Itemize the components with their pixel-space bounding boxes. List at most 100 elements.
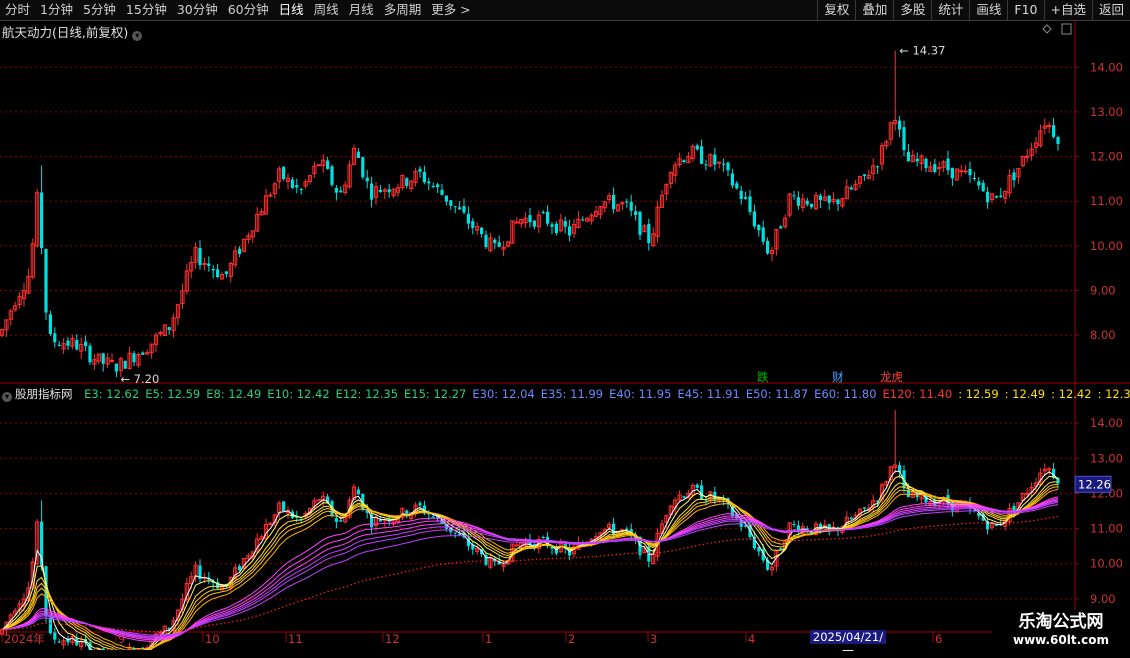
toolbar-button-1[interactable]: 叠加 [855, 0, 893, 20]
main-candle-body-163 [717, 161, 722, 164]
main-candle-body-112 [493, 239, 497, 244]
main-candle-body-174 [766, 240, 770, 254]
toolbar-button-2[interactable]: 多股 [893, 0, 931, 20]
main-candle-body-193 [849, 187, 853, 190]
cursor-date-label: 2025/04/21/一 [810, 630, 886, 658]
main-candle-body-74 [326, 160, 330, 169]
toolbar-button-4[interactable]: 画线 [969, 0, 1007, 20]
indicator-value-10: E50: 11.87 [745, 387, 809, 401]
main-candle-body-126 [554, 223, 558, 233]
main-candle-body-143 [629, 201, 633, 211]
main-candle-body-188 [827, 195, 831, 203]
time-label-2: 10 [205, 632, 220, 646]
main-candle-body-208 [915, 158, 919, 162]
ema-mid-line-45 [1, 500, 1059, 638]
main-candle-body-123 [541, 211, 545, 213]
main-candle-body-77 [339, 190, 343, 193]
main-candle-body-51 [224, 271, 228, 275]
main-panel-title[interactable]: 航天动力(日线,前复权) ▾ [2, 22, 143, 41]
ind-candle-body-103 [453, 532, 457, 534]
main-candle-body-132 [581, 219, 585, 221]
main-candle-body-46 [202, 263, 207, 266]
main-candle-body-227 [999, 195, 1003, 197]
main-candle-body-113 [497, 242, 501, 247]
ind-candle-body-155 [682, 496, 686, 498]
toolbar-button-7[interactable]: 返回 [1091, 0, 1130, 20]
indicator-value-7: E35: 11.99 [540, 387, 604, 401]
toolbar-button-6[interactable]: +自选 [1043, 0, 1092, 20]
main-candle-body-81 [356, 151, 360, 158]
ind-candle-body-72 [316, 499, 321, 502]
tab-6[interactable]: 日线 [274, 0, 309, 20]
main-candle-body-97 [427, 181, 431, 184]
main-candle-body-26 [114, 363, 118, 372]
tab-9[interactable]: 多周期 [379, 0, 427, 20]
main-candle-body-159 [700, 146, 704, 164]
tab-7[interactable]: 周线 [309, 0, 344, 20]
ema-mid-line-30 [1, 496, 1059, 642]
main-candle-body-230 [1012, 172, 1016, 181]
diamond-icon [1042, 24, 1052, 34]
tab-3[interactable]: 15分钟 [121, 0, 172, 20]
event-tag-0: 跌 [757, 370, 769, 384]
indicator-value-12: E120: 11.40 [882, 387, 953, 401]
main-tick-label-4: 10.00 [1090, 239, 1123, 253]
main-candle-body-233 [1025, 155, 1030, 158]
ema-fast-line-8 [1, 481, 1059, 650]
main-candle-body-28 [123, 360, 127, 369]
toolbar-button-3[interactable]: 统计 [931, 0, 969, 20]
main-candle-body-162 [713, 154, 717, 165]
main-candle-body-206 [906, 151, 910, 162]
toolbar-button-5[interactable]: F10 [1007, 0, 1043, 20]
main-candle-body-158 [695, 145, 699, 150]
tab-5[interactable]: 60分钟 [223, 0, 274, 20]
ema-fast-line-10 [1, 484, 1059, 650]
tab-10[interactable]: 更多 > [426, 0, 475, 20]
indicator-value-11: E60: 11.80 [814, 387, 877, 401]
ind-candle-body-11 [48, 617, 52, 634]
main-candle-body-67 [295, 185, 299, 188]
watermark-url: www.60lt.com [1012, 633, 1110, 647]
main-candle-body-99 [436, 184, 440, 188]
time-label-5: 1 [485, 632, 492, 646]
main-candle-body-222 [977, 181, 981, 186]
indicator-value-0: E3: 12.62 [84, 387, 140, 401]
main-candle-body-218 [959, 170, 964, 173]
main-candle-body-36 [158, 332, 163, 335]
main-candle-body-117 [514, 221, 519, 224]
low-annotation: ← 7.20 [120, 372, 159, 386]
main-candle-body-142 [625, 201, 629, 203]
watermark: 乐淘公式网 www.60lt.com [992, 610, 1130, 650]
toolbar-button-0[interactable]: 复权 [817, 0, 855, 20]
main-tick-label-3: 11.00 [1090, 194, 1123, 208]
ema-mid-line-50 [1, 501, 1059, 637]
main-candle-body-219 [963, 170, 968, 173]
tab-2[interactable]: 5分钟 [78, 0, 121, 20]
tab-8[interactable]: 月线 [344, 0, 379, 20]
indicator-value-4: E12: 12.35 [335, 387, 399, 401]
chevron-down-icon[interactable]: ▾ [132, 31, 143, 41]
tab-4[interactable]: 30分钟 [172, 0, 223, 20]
chevron-down-icon[interactable]: ▾ [2, 392, 12, 402]
tab-1[interactable]: 1分钟 [35, 0, 78, 20]
main-candle-body-141 [620, 202, 625, 205]
main-candle-body-47 [207, 263, 211, 266]
ema-120-line [1, 515, 1059, 633]
main-candle-body-83 [365, 177, 369, 182]
tab-0[interactable]: 分时 [0, 0, 35, 20]
main-candle-body-95 [418, 168, 422, 172]
main-candle-body-72 [316, 164, 321, 167]
main-candle-body-180 [792, 195, 796, 197]
ind-candle-body-12 [53, 632, 57, 640]
main-candle-body-20 [88, 345, 92, 363]
main-tick-label-6: 8.00 [1090, 328, 1116, 342]
main-candle-body-19 [84, 341, 88, 347]
indicator-value-2: E8: 12.49 [206, 387, 262, 401]
main-candle-body-186 [818, 195, 822, 201]
ema-fast-line-3 [1, 470, 1059, 650]
indicator-value-13: : 12.59 [958, 387, 999, 401]
main-candle-body-75 [330, 166, 334, 185]
main-candle-body-11 [48, 314, 52, 335]
ind-candle-body-13 [57, 641, 61, 643]
main-candle-body-23 [101, 353, 105, 364]
